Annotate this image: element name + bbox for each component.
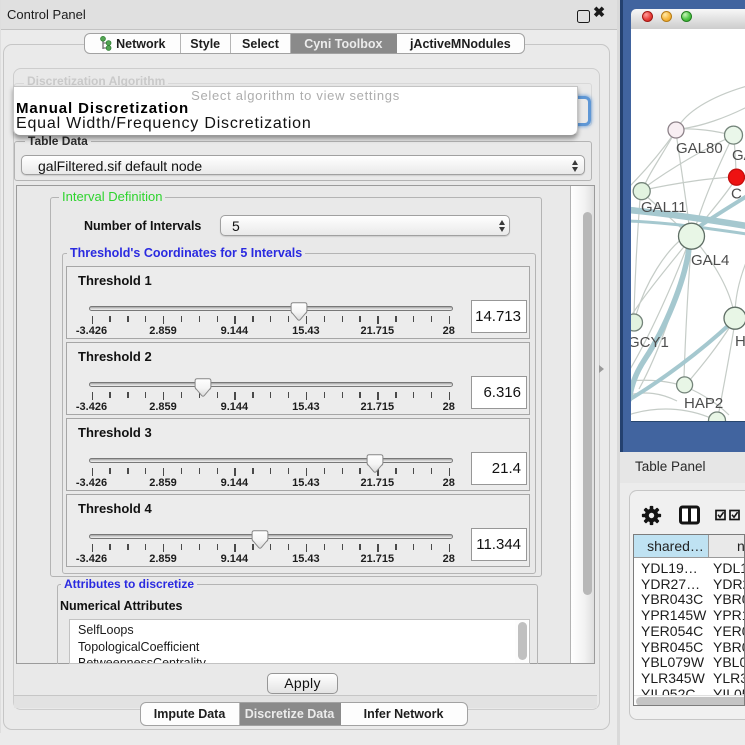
svg-text:GCY1: GCY1 xyxy=(631,334,669,351)
svg-text:GAL4: GAL4 xyxy=(691,252,729,269)
svg-text:GAL80: GAL80 xyxy=(676,140,723,157)
svg-text:H: H xyxy=(735,333,745,350)
svg-text:GA: GA xyxy=(732,147,745,164)
svg-text:C: C xyxy=(731,185,742,202)
svg-text:GAL11: GAL11 xyxy=(641,199,687,216)
svg-text:HAP2: HAP2 xyxy=(684,395,723,412)
